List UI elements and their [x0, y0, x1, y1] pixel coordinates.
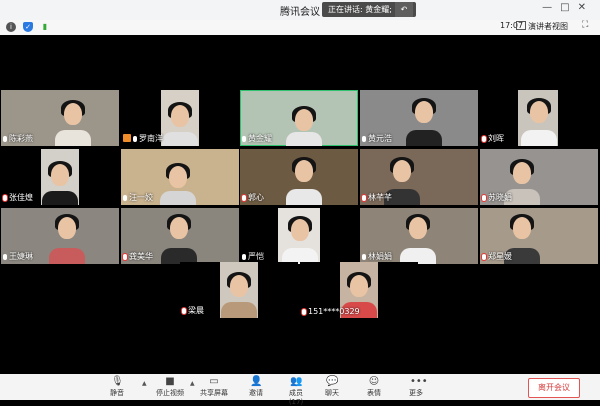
video-tile[interactable]: 陈彩燕: [1, 90, 119, 146]
speaking-indicator: 正在讲话: 黄金耀; ↶: [322, 2, 416, 17]
share-screen-button[interactable]: ▭ 共享屏幕: [198, 376, 230, 398]
mic-icon: [3, 254, 7, 260]
share-screen-label: 共享屏幕: [200, 389, 228, 397]
emoji-label: 表情: [367, 389, 381, 397]
participant-name: 王婕琳: [9, 252, 33, 261]
minimize-icon[interactable]: —: [542, 2, 560, 13]
window-title: 腾讯会议: [280, 7, 320, 18]
mic-icon: [123, 195, 127, 201]
more-label: 更多: [409, 389, 423, 397]
participant-name: 苏晓娟: [488, 193, 512, 202]
meeting-info-bar: i ✓ ▮ 17:07 演讲者视图 ⛶: [0, 20, 600, 35]
mic-muted-icon: [123, 254, 127, 260]
mute-options-caret-icon[interactable]: ▲: [142, 380, 147, 387]
window-controls[interactable]: —□✕: [542, 2, 594, 13]
participant-name: 梁晨: [188, 306, 204, 315]
fullscreen-icon[interactable]: ⛶: [582, 20, 588, 30]
emoji-icon: ☺: [368, 376, 380, 387]
participant-name: 陈彩燕: [9, 134, 33, 143]
mic-muted-icon: [3, 195, 7, 201]
more-icon: •••: [410, 376, 428, 387]
stop-video-button[interactable]: ■ 停止视频: [150, 376, 190, 398]
mic-icon: [133, 136, 137, 142]
video-tile-active[interactable]: 黄金耀: [240, 90, 358, 146]
video-tile[interactable]: 黄元浩: [360, 90, 478, 146]
info-icon[interactable]: i: [6, 22, 16, 32]
mic-muted-icon: [482, 254, 486, 260]
mic-icon: [242, 254, 246, 260]
mic-muted-icon: [302, 309, 306, 315]
close-icon[interactable]: ✕: [578, 2, 594, 13]
participant-name: 张佳煌: [9, 193, 33, 202]
maximize-icon[interactable]: □: [560, 2, 577, 13]
video-tile[interactable]: 林芊芊: [360, 149, 478, 205]
participant-name: 罗南洋: [139, 134, 163, 143]
video-tile[interactable]: 郭心: [240, 149, 358, 205]
members-button[interactable]: 👥 成员(17): [282, 376, 310, 406]
mic-icon: [3, 136, 7, 142]
participant-name: 林娟娟: [368, 252, 392, 261]
participant-name: 刘晖: [488, 134, 504, 143]
mute-button[interactable]: 🎙 静音: [106, 376, 128, 398]
participant-name: 林芊芊: [368, 193, 392, 202]
video-tile[interactable]: 郑星媛: [480, 208, 598, 264]
video-tile[interactable]: 梁晨: [180, 262, 298, 318]
members-label: 成员(17): [288, 389, 304, 406]
invite-button[interactable]: 👤 邀请: [246, 376, 266, 398]
undo-arrow-icon[interactable]: ↶: [394, 2, 413, 17]
shield-icon[interactable]: ✓: [23, 22, 33, 32]
video-grid: 陈彩燕 罗南洋 黄金耀 黄元浩 刘晖 张佳煌 汪一姣 郭心 林芊芊 苏晓娟 王婕…: [0, 36, 600, 372]
participant-name: 郑星媛: [488, 252, 512, 261]
video-tile[interactable]: 严恺: [240, 208, 358, 264]
mic-muted-icon: [482, 195, 486, 201]
more-button[interactable]: ••• 更多: [406, 376, 428, 398]
mute-label: 静音: [110, 389, 124, 397]
video-tile[interactable]: 龚美华: [121, 208, 239, 264]
mic-icon: [362, 254, 366, 260]
video-tile[interactable]: 王婕琳: [1, 208, 119, 264]
leave-meeting-button[interactable]: 离开会议: [528, 378, 580, 398]
video-tile[interactable]: 151****0329: [300, 262, 418, 318]
camera-icon: ■: [165, 376, 175, 387]
participant-name: 151****0329: [308, 307, 360, 316]
chat-icon: 💬: [326, 376, 339, 387]
speaker-view-button[interactable]: 演讲者视图: [516, 21, 568, 32]
video-tile[interactable]: 罗南洋: [121, 90, 239, 146]
bottom-toolbar: 🎙 静音 ▲ ■ 停止视频 ▲ ▭ 共享屏幕 👤 邀请 👥 成员(17) 💬 聊天 ☺ 表情 …: [0, 374, 600, 406]
participant-name: 黄元浩: [368, 134, 392, 143]
participant-name: 龚美华: [129, 252, 153, 261]
title-bar: 腾讯会议 正在讲话: 黄金耀; ↶ —□✕: [0, 0, 600, 21]
mic-muted-icon: [482, 136, 486, 142]
emoji-button[interactable]: ☺ 表情: [364, 376, 384, 398]
grid-view-icon: [516, 21, 526, 30]
mic-muted-icon: [362, 195, 366, 201]
members-icon: 👥: [290, 376, 303, 387]
chat-button[interactable]: 💬 聊天: [322, 376, 342, 398]
mic-icon: [362, 136, 366, 142]
stop-video-label: 停止视频: [156, 389, 184, 397]
video-options-caret-icon[interactable]: ▲: [190, 380, 195, 387]
video-tile[interactable]: 苏晓娟: [480, 149, 598, 205]
participant-name: 郭心: [248, 193, 264, 202]
microphone-icon: 🎙: [111, 376, 124, 387]
video-tile[interactable]: 汪一姣: [121, 149, 239, 205]
video-tile[interactable]: 张佳煌: [1, 149, 119, 205]
speaking-label: 正在讲话: 黄金耀;: [328, 5, 392, 14]
participant-name: 汪一姣: [129, 193, 153, 202]
video-tile[interactable]: 林娟娟: [360, 208, 478, 264]
invite-label: 邀请: [249, 389, 263, 397]
add-user-icon: 👤: [250, 376, 263, 387]
chat-label: 聊天: [325, 389, 339, 397]
mic-muted-icon: [182, 308, 186, 314]
host-icon: [123, 134, 131, 142]
share-screen-icon: ▭: [209, 376, 219, 387]
video-tile[interactable]: 刘晖: [480, 90, 598, 146]
signal-icon[interactable]: ▮: [40, 22, 50, 32]
participant-name: 黄金耀: [248, 134, 272, 143]
participant-name: 严恺: [248, 252, 264, 261]
mic-muted-icon: [242, 195, 246, 201]
speaker-view-label: 演讲者视图: [528, 22, 568, 31]
mic-icon: [242, 136, 246, 142]
